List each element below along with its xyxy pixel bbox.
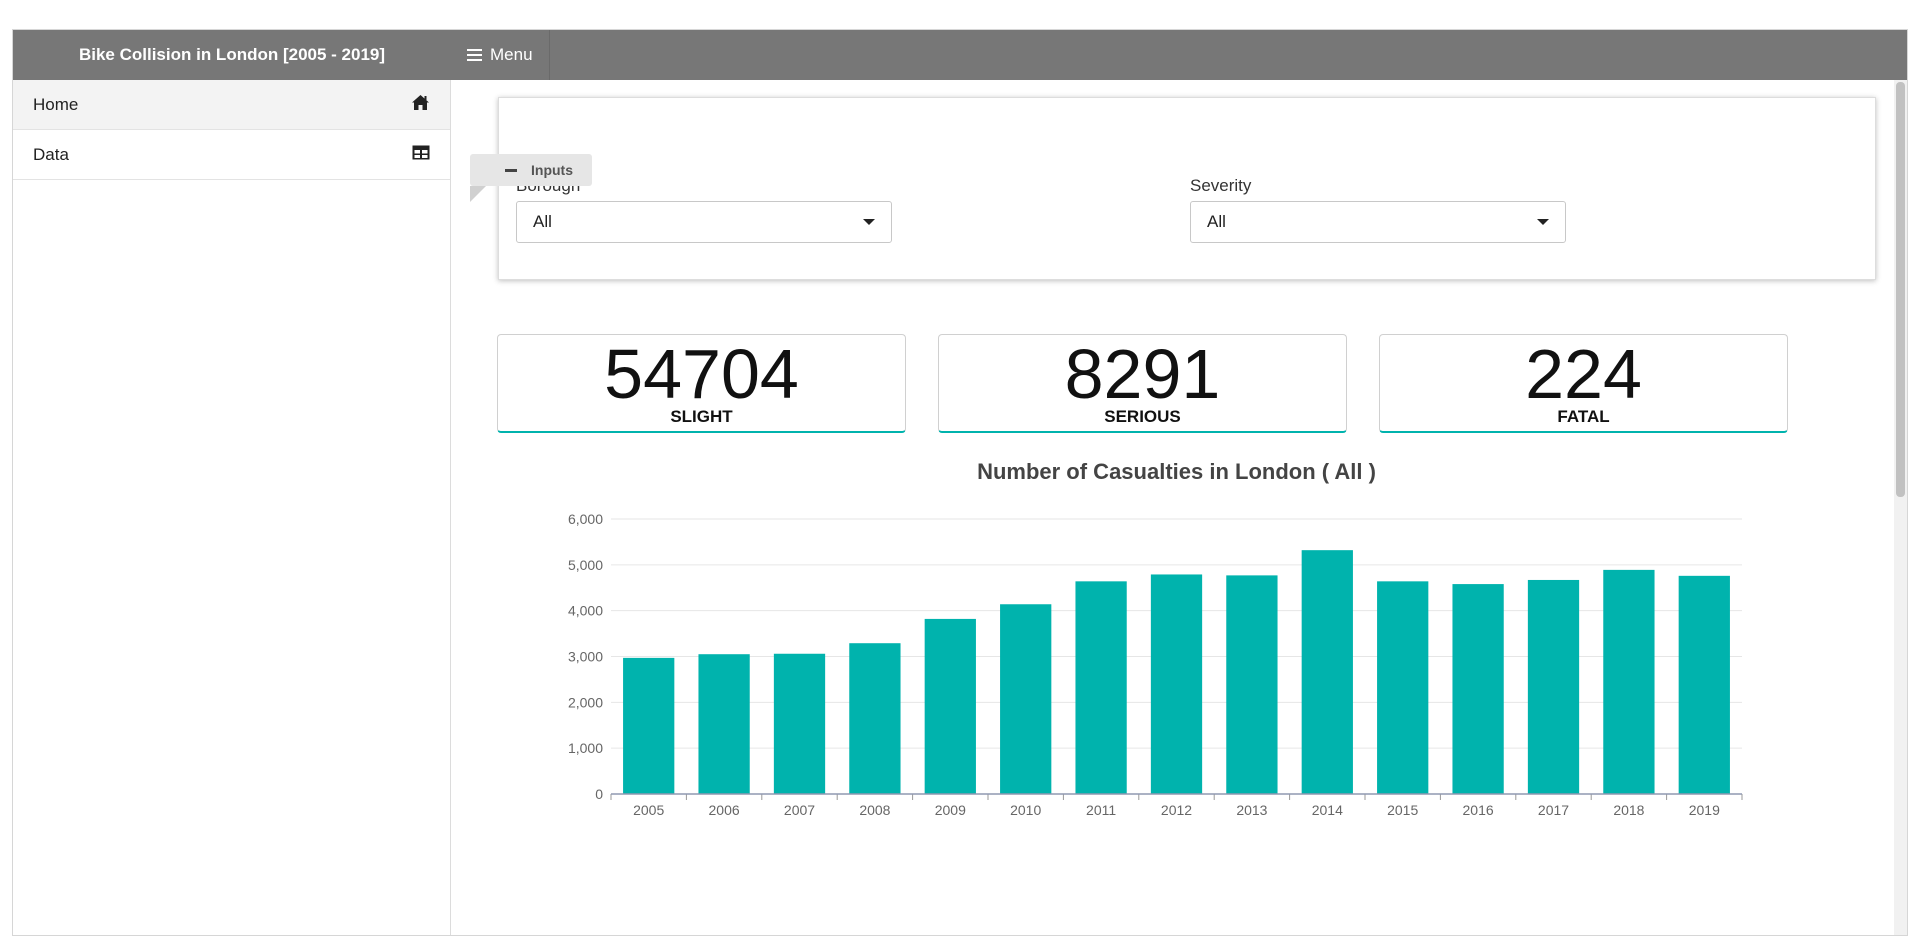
chart-bar bbox=[1000, 604, 1052, 794]
sidebar-item-label: Data bbox=[33, 144, 69, 164]
top-navbar: Bike Collision in London [2005 - 2019] M… bbox=[13, 30, 1907, 80]
x-tick-label: 2013 bbox=[1236, 802, 1267, 818]
x-tick-label: 2012 bbox=[1161, 802, 1192, 818]
borough-value: All bbox=[533, 212, 552, 231]
y-tick-label: 4,000 bbox=[568, 603, 603, 619]
table-icon bbox=[412, 145, 430, 165]
inputs-panel: Borough All Severity All bbox=[498, 97, 1876, 280]
chart-bar bbox=[1527, 579, 1580, 794]
kpi-slight: 54704 SLIGHT bbox=[497, 334, 906, 433]
chart-bar bbox=[1678, 575, 1730, 794]
home-icon bbox=[411, 94, 430, 116]
minus-icon bbox=[505, 169, 517, 172]
x-tick-label: 2006 bbox=[709, 802, 740, 818]
severity-label: Severity bbox=[1190, 176, 1252, 195]
casualties-bar-chart: Number of Casualties in London ( All ) 0 1… bbox=[568, 459, 1743, 818]
chart-bar bbox=[1150, 574, 1203, 794]
app-title: Bike Collision in London [2005 - 2019] bbox=[13, 30, 451, 80]
kpi-value: 54704 bbox=[604, 335, 799, 413]
sidebar-item-data[interactable]: Data bbox=[13, 130, 450, 180]
vertical-scrollbar[interactable] bbox=[1894, 80, 1907, 935]
chart-bar bbox=[849, 643, 901, 794]
scrollbar-thumb[interactable] bbox=[1896, 82, 1905, 497]
menu-label: Menu bbox=[490, 45, 533, 64]
chart-bar bbox=[1075, 581, 1127, 794]
x-tick-label: 2008 bbox=[859, 802, 890, 818]
x-tick-label: 2011 bbox=[1086, 802, 1116, 818]
main-content: Borough All Severity All Inputs 54704 SL… bbox=[452, 80, 1907, 935]
tab-fold-decoration bbox=[470, 186, 486, 202]
severity-select[interactable]: All bbox=[1190, 201, 1566, 243]
x-tick-label: 2016 bbox=[1463, 802, 1494, 818]
chart-bar bbox=[924, 618, 976, 794]
kpi-value: 8291 bbox=[1064, 335, 1221, 413]
hamburger-icon bbox=[467, 49, 482, 61]
y-tick-label: 2,000 bbox=[568, 694, 603, 710]
sidebar: Home Data bbox=[13, 80, 451, 935]
app-window: Bike Collision in London [2005 - 2019] M… bbox=[12, 29, 1908, 936]
chart-bar bbox=[1377, 581, 1429, 794]
x-tick-label: 2009 bbox=[935, 802, 966, 818]
borough-select[interactable]: All bbox=[516, 201, 892, 243]
x-tick-label: 2014 bbox=[1312, 802, 1343, 818]
severity-value: All bbox=[1207, 212, 1226, 231]
y-tick-label: 1,000 bbox=[568, 740, 603, 756]
y-tick-label: 0 bbox=[595, 786, 603, 802]
x-tick-label: 2005 bbox=[633, 802, 664, 818]
x-tick-label: 2010 bbox=[1010, 802, 1041, 818]
chart-bar bbox=[1452, 584, 1504, 794]
sidebar-item-label: Home bbox=[33, 94, 79, 114]
inputs-tab-label: Inputs bbox=[531, 162, 573, 178]
chart-bar bbox=[1603, 569, 1655, 794]
kpi-value: 224 bbox=[1525, 335, 1642, 413]
x-tick-label: 2007 bbox=[784, 802, 815, 818]
x-tick-label: 2019 bbox=[1689, 802, 1720, 818]
casualties-chart: Number of Casualties in London ( All ) 0 1… bbox=[498, 459, 1838, 920]
inputs-collapse-tab[interactable]: Inputs bbox=[470, 154, 592, 186]
kpi-serious: 8291 SERIOUS bbox=[938, 334, 1347, 433]
chart-bar bbox=[1301, 550, 1353, 794]
chart-bar bbox=[623, 657, 675, 794]
kpi-label: SERIOUS bbox=[1104, 407, 1181, 426]
caret-down-icon bbox=[863, 219, 875, 225]
y-tick-label: 3,000 bbox=[568, 649, 603, 665]
chart-title: Number of Casualties in London ( All ) bbox=[977, 460, 1376, 484]
kpi-fatal: 224 FATAL bbox=[1379, 334, 1788, 433]
kpi-label: FATAL bbox=[1557, 407, 1610, 426]
chart-bar bbox=[1226, 575, 1278, 794]
kpi-label: SLIGHT bbox=[670, 407, 733, 426]
y-tick-label: 5,000 bbox=[568, 557, 603, 573]
sidebar-item-home[interactable]: Home bbox=[13, 80, 450, 130]
x-tick-label: 2015 bbox=[1387, 802, 1418, 818]
chart-bar bbox=[773, 653, 826, 794]
chart-bar bbox=[698, 654, 750, 794]
x-tick-label: 2017 bbox=[1538, 802, 1569, 818]
caret-down-icon bbox=[1537, 219, 1549, 225]
x-tick-label: 2018 bbox=[1613, 802, 1644, 818]
y-tick-label: 6,000 bbox=[568, 511, 603, 527]
menu-toggle-button[interactable]: Menu bbox=[451, 30, 550, 80]
